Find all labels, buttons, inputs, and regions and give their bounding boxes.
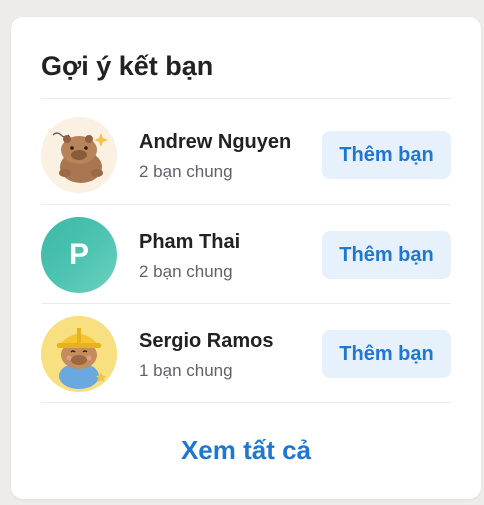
suggestion-name[interactable]: Andrew Nguyen <box>139 131 291 154</box>
add-friend-button[interactable]: Thêm bạn <box>322 330 451 378</box>
divider <box>41 98 451 99</box>
suggestion-row: Sergio Ramos 1 bạn chung Thêm bạn <box>41 304 451 402</box>
add-friend-button[interactable]: Thêm bạn <box>322 231 451 279</box>
card-title: Gợi ý kết bạn <box>41 51 214 81</box>
mutual-friends-count: 2 bạn chung <box>139 262 233 281</box>
suggestion-name[interactable]: Sergio Ramos <box>139 330 273 353</box>
capybara-sticker-icon <box>41 117 117 193</box>
avatar[interactable] <box>41 117 117 193</box>
mutual-friends-count: 1 bạn chung <box>139 361 233 380</box>
add-friend-button[interactable]: Thêm bạn <box>322 131 451 179</box>
suggestion-row: Andrew Nguyen 2 bạn chung Thêm bạn <box>41 105 451 203</box>
see-all-link[interactable]: Xem tất cả <box>11 435 481 466</box>
suggestion-row: P Pham Thai 2 bạn chung Thêm bạn <box>41 205 451 303</box>
divider <box>41 402 451 403</box>
avatar[interactable]: P <box>41 217 117 293</box>
suggestion-name[interactable]: Pham Thai <box>139 231 240 254</box>
avatar[interactable] <box>41 316 117 392</box>
capybara-hardhat-icon <box>41 316 117 392</box>
mutual-friends-count: 2 bạn chung <box>139 162 233 181</box>
friend-suggestions-card: Gợi ý kết bạn Andrew Nguyen 2 bạn chung … <box>11 17 481 499</box>
